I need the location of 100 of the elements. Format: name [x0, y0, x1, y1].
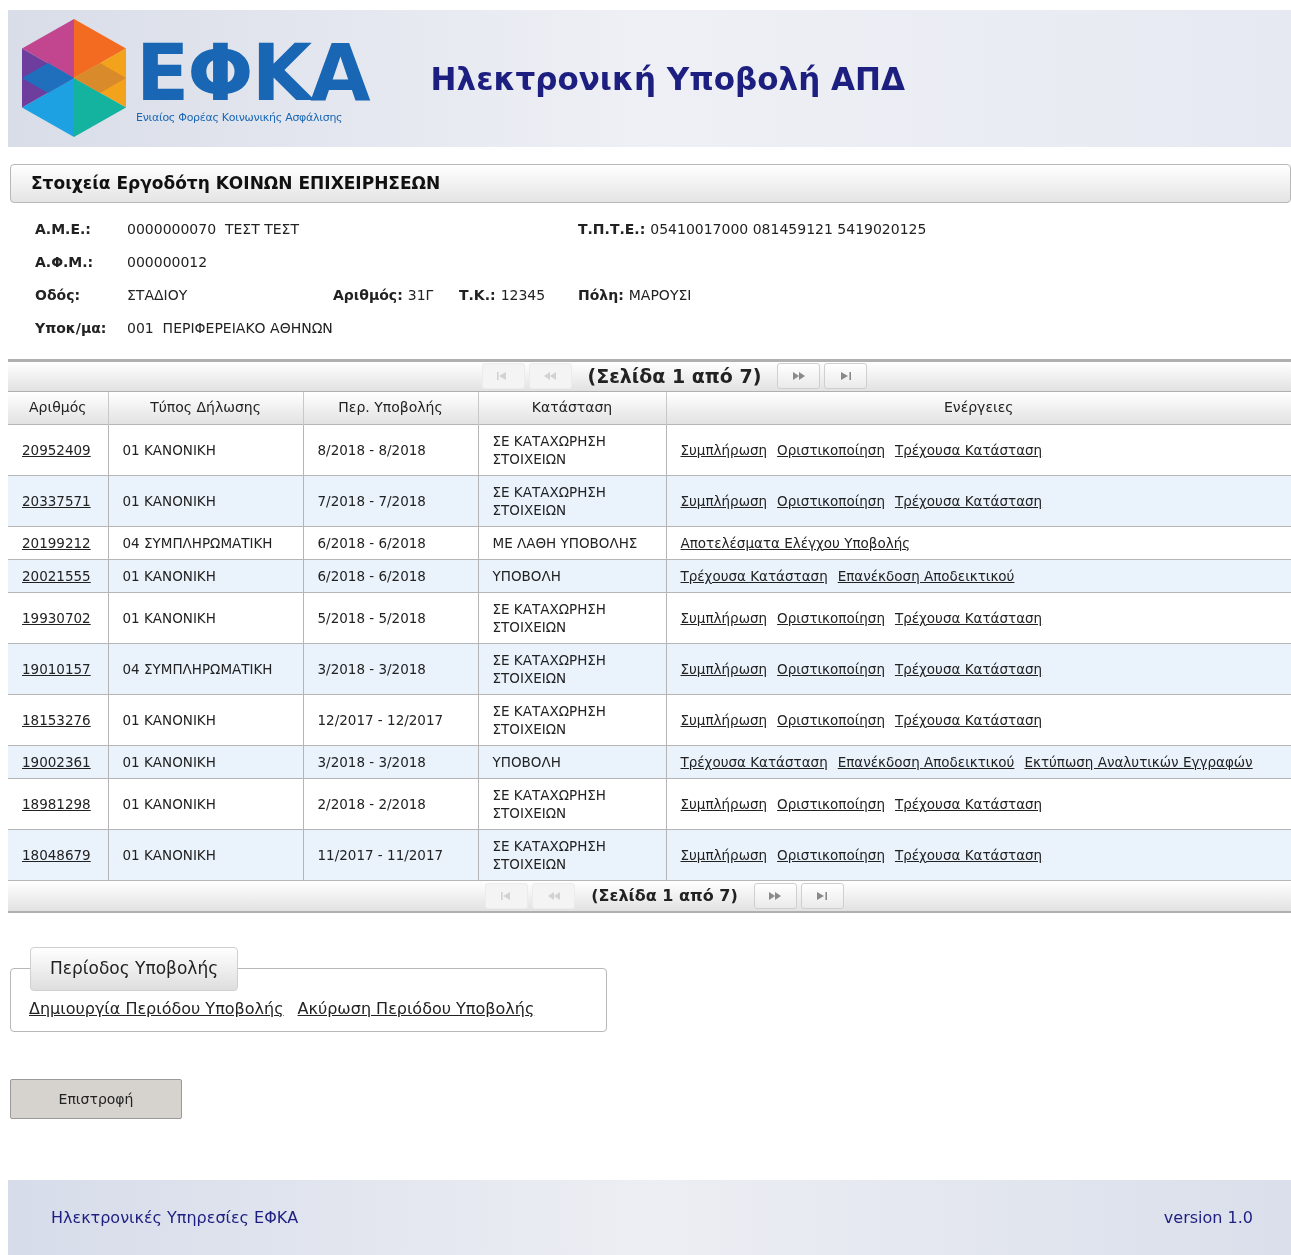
- action-link[interactable]: Τρέχουσα Κατάσταση: [894, 608, 1043, 627]
- logo-icon: [22, 19, 126, 138]
- table-cell: ΣΕ ΚΑΤΑΧΩΡΗΣΗ ΣΤΟΙΧΕΙΩΝ: [478, 475, 666, 527]
- record-link[interactable]: 20021555: [22, 567, 91, 584]
- table-cell: 01 ΚΑΝΟΝΙΚΗ: [108, 592, 303, 644]
- record-link[interactable]: 18153276: [22, 711, 91, 728]
- page-indicator: (Σελίδα 1 από 7): [591, 884, 738, 907]
- table-cell: 8/2018 - 8/2018: [303, 424, 478, 476]
- table-cell: ΥΠΟΒΟΛΗ: [478, 559, 666, 593]
- column-header: Περ. Υποβολής: [303, 392, 478, 425]
- table-cell: ΣΕ ΚΑΤΑΧΩΡΗΣΗ ΣΤΟΙΧΕΙΩΝ: [478, 643, 666, 695]
- table-cell: 04 ΣΥΜΠΛΗΡΩΜΑΤΙΚΗ: [108, 526, 303, 560]
- table-cell: 01 ΚΑΝΟΝΙΚΗ: [108, 475, 303, 527]
- record-link[interactable]: 20337571: [22, 492, 91, 509]
- last-page-button[interactable]: [824, 363, 868, 390]
- period-link[interactable]: Ακύρωση Περιόδου Υποβολής: [297, 996, 535, 1021]
- table-cell: ΜΕ ΛΑΘΗ ΥΠΟΒΟΛΗΣ: [478, 526, 666, 560]
- record-link[interactable]: 18048679: [22, 846, 91, 863]
- record-link[interactable]: 20952409: [22, 441, 91, 458]
- field-label: Οδός:: [35, 285, 82, 305]
- table-cell: ΣΕ ΚΑΤΑΧΩΡΗΣΗ ΣΤΟΙΧΕΙΩΝ: [478, 694, 666, 746]
- action-link[interactable]: Τρέχουσα Κατάσταση: [894, 710, 1043, 729]
- period-link[interactable]: Δημιουργία Περιόδου Υποβολής: [29, 996, 284, 1021]
- table-cell: 04 ΣΥΜΠΛΗΡΩΜΑΤΙΚΗ: [108, 643, 303, 695]
- field-value: 12345: [500, 285, 546, 305]
- table-cell: 6/2018 - 6/2018: [303, 559, 478, 593]
- action-link[interactable]: Τρέχουσα Κατάσταση: [894, 794, 1043, 813]
- record-link[interactable]: 19930702: [22, 609, 91, 626]
- table-cell: 01 ΚΑΝΟΝΙΚΗ: [108, 745, 303, 779]
- column-header: Αριθμός: [8, 392, 108, 425]
- previous-page-icon: [547, 891, 560, 900]
- action-link[interactable]: Οριστικοποίηση: [777, 710, 885, 729]
- table-cell: ΣΕ ΚΑΤΑΧΩΡΗΣΗ ΣΤΟΙΧΕΙΩΝ: [478, 829, 666, 880]
- version-text: version 1.0: [1163, 1206, 1253, 1229]
- table-cell: 7/2018 - 7/2018: [303, 475, 478, 527]
- action-link[interactable]: Συμπλήρωση: [680, 491, 768, 510]
- table-cell: 2/2018 - 2/2018: [303, 778, 478, 830]
- table-cell: 01 ΚΑΝΟΝΙΚΗ: [108, 778, 303, 830]
- action-link[interactable]: Συμπλήρωση: [680, 845, 768, 864]
- field-label: Τ.Κ.:: [459, 285, 496, 305]
- action-link[interactable]: Οριστικοποίηση: [777, 440, 885, 459]
- table-cell: 6/2018 - 6/2018: [303, 526, 478, 560]
- field-value: 000000012: [127, 252, 209, 272]
- field-value: 001 ΠΕΡΙΦΕΡΕΙΑΚΟ ΑΘΗΝΩΝ: [127, 318, 334, 338]
- field-label: Υποκ/μα:: [35, 318, 108, 338]
- table-cell: 12/2017 - 12/2017: [303, 694, 478, 746]
- action-link[interactable]: Συμπλήρωση: [680, 440, 768, 459]
- last-page-icon: [839, 372, 852, 381]
- action-link[interactable]: Τρέχουσα Κατάσταση: [680, 752, 828, 771]
- table-cell: ΣΕ ΚΑΤΑΧΩΡΗΣΗ ΣΤΟΙΧΕΙΩΝ: [478, 424, 666, 476]
- action-link[interactable]: Επανέκδοση Αποδεικτικού: [837, 566, 1015, 585]
- field-value: ΜΑΡΟΥΣΙ: [628, 285, 692, 305]
- record-link[interactable]: 19002361: [22, 753, 91, 770]
- table-cell: 11/2017 - 11/2017: [303, 829, 478, 880]
- field-label: Τ.Π.Τ.Ε.:: [578, 219, 646, 239]
- table-cell: 01 ΚΑΝΟΝΙΚΗ: [108, 829, 303, 880]
- table-cell: 3/2018 - 3/2018: [303, 745, 478, 779]
- table-cell: 01 ΚΑΝΟΝΙΚΗ: [108, 559, 303, 593]
- action-link[interactable]: Συμπλήρωση: [680, 794, 768, 813]
- next-page-button[interactable]: [777, 363, 821, 390]
- action-link[interactable]: Οριστικοποίηση: [777, 794, 885, 813]
- logo-text: ΕΦΚΑ: [136, 36, 369, 111]
- action-link[interactable]: Τρέχουσα Κατάσταση: [894, 845, 1043, 864]
- action-link[interactable]: Οριστικοποίηση: [777, 659, 885, 678]
- field-label: Α.Μ.Ε.:: [35, 219, 92, 239]
- column-header: Κατάσταση: [478, 392, 666, 425]
- action-link[interactable]: Αποτελέσματα Ελέγχου Υποβολής: [680, 533, 911, 552]
- action-link[interactable]: Συμπλήρωση: [680, 659, 768, 678]
- next-page-button[interactable]: [753, 882, 797, 909]
- footer-text: Ηλεκτρονικές Υπηρεσίες ΕΦΚΑ: [51, 1206, 299, 1229]
- table-cell: 5/2018 - 5/2018: [303, 592, 478, 644]
- table-cell: ΥΠΟΒΟΛΗ: [478, 745, 666, 779]
- record-link[interactable]: 19010157: [22, 660, 91, 677]
- action-link[interactable]: Τρέχουσα Κατάσταση: [894, 440, 1043, 459]
- next-page-icon: [792, 372, 805, 381]
- table-cell: ΣΕ ΚΑΤΑΧΩΡΗΣΗ ΣΤΟΙΧΕΙΩΝ: [478, 778, 666, 830]
- last-page-icon: [816, 891, 829, 900]
- action-link[interactable]: Τρέχουσα Κατάσταση: [680, 566, 828, 585]
- field-value: 31Γ: [407, 285, 434, 305]
- record-link[interactable]: 18981298: [22, 795, 91, 812]
- action-link[interactable]: Συμπλήρωση: [680, 710, 768, 729]
- column-header: Ενέργειες: [666, 392, 1291, 425]
- action-link[interactable]: Εκτύπωση Αναλυτικών Εγγραφών: [1024, 752, 1253, 771]
- table-cell: 3/2018 - 3/2018: [303, 643, 478, 695]
- last-page-button[interactable]: [800, 882, 844, 909]
- table-cell: ΣΕ ΚΑΤΑΧΩΡΗΣΗ ΣΤΟΙΧΕΙΩΝ: [478, 592, 666, 644]
- previous-page-icon: [544, 372, 557, 381]
- table-cell: 01 ΚΑΝΟΝΙΚΗ: [108, 424, 303, 476]
- action-link[interactable]: Επανέκδοση Αποδεικτικού: [837, 752, 1015, 771]
- field-value: ΣΤΑΔΙΟΥ: [127, 285, 189, 305]
- field-label: Πόλη:: [578, 285, 624, 305]
- field-value: 05410017000 081459121 5419020125: [650, 219, 927, 239]
- back-button[interactable]: Επιστροφή: [10, 1078, 182, 1120]
- action-link[interactable]: Οριστικοποίηση: [777, 845, 885, 864]
- action-link[interactable]: Οριστικοποίηση: [777, 608, 885, 627]
- record-link[interactable]: 20199212: [22, 534, 91, 551]
- action-link[interactable]: Συμπλήρωση: [680, 608, 768, 627]
- action-link[interactable]: Οριστικοποίηση: [777, 491, 885, 510]
- action-link[interactable]: Τρέχουσα Κατάσταση: [894, 659, 1043, 678]
- action-link[interactable]: Τρέχουσα Κατάσταση: [894, 491, 1043, 510]
